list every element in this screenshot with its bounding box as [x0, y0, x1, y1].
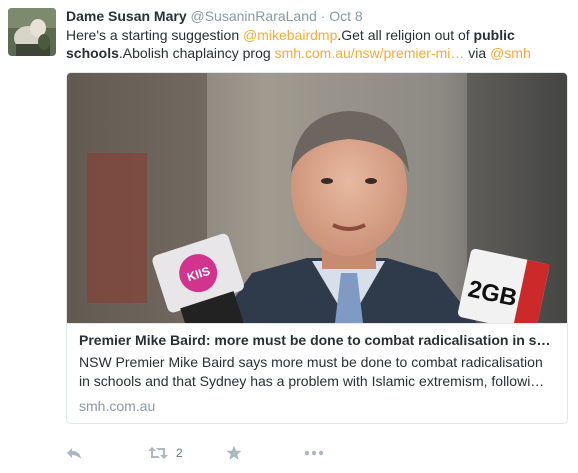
separator: ·: [320, 8, 326, 24]
card-photo: KIIS 2GB: [67, 73, 567, 323]
reply-button[interactable]: [66, 443, 82, 463]
card-description-line: NSW Premier Mike Baird says more must be…: [79, 354, 543, 370]
card-image[interactable]: KIIS 2GB: [67, 73, 567, 324]
text-segment: .Get all religion out of: [337, 27, 474, 43]
text-segment: Here's a starting suggestion: [66, 27, 243, 43]
more-button[interactable]: [304, 443, 324, 463]
retweet-icon: [148, 447, 168, 459]
url-link[interactable]: smh.com.au/nsw/premier-mi…: [275, 45, 465, 61]
card-title[interactable]: Premier Mike Baird: more must be done to…: [79, 331, 557, 349]
tweet-timestamp[interactable]: Oct 8: [329, 8, 362, 24]
more-options-icon: [304, 450, 324, 456]
mention-link[interactable]: @smh: [490, 45, 531, 61]
card-description-line: in schools and that Sydney has a problem…: [79, 373, 545, 389]
star-icon: [226, 445, 242, 460]
user-handle[interactable]: @SusaninRaraLand: [191, 8, 317, 24]
tweet-text: Here's a starting suggestion @mikebairdm…: [66, 26, 566, 62]
link-card[interactable]: KIIS 2GB Premier Mike Baird: more must b…: [66, 72, 568, 424]
favorite-button[interactable]: [226, 443, 242, 463]
mention-link[interactable]: @mikebairdmp: [243, 27, 337, 43]
retweet-count: 2: [176, 446, 183, 460]
reply-icon: [67, 448, 81, 459]
avatar[interactable]: [8, 8, 56, 56]
card-description: NSW Premier Mike Baird says more must be…: [79, 353, 557, 391]
text-segment: via: [464, 45, 491, 61]
avatar-image: [8, 8, 56, 56]
card-domain[interactable]: smh.com.au: [79, 397, 557, 415]
tweet-header: Dame Susan Mary @SusaninRaraLand · Oct 8: [66, 7, 363, 25]
retweet-button[interactable]: 2: [148, 443, 183, 463]
text-segment: .Abolish chaplaincy prog: [118, 45, 275, 61]
tweet-actions: 2: [66, 443, 366, 463]
card-body: Premier Mike Baird: more must be done to…: [79, 331, 557, 415]
display-name[interactable]: Dame Susan Mary: [66, 8, 187, 24]
